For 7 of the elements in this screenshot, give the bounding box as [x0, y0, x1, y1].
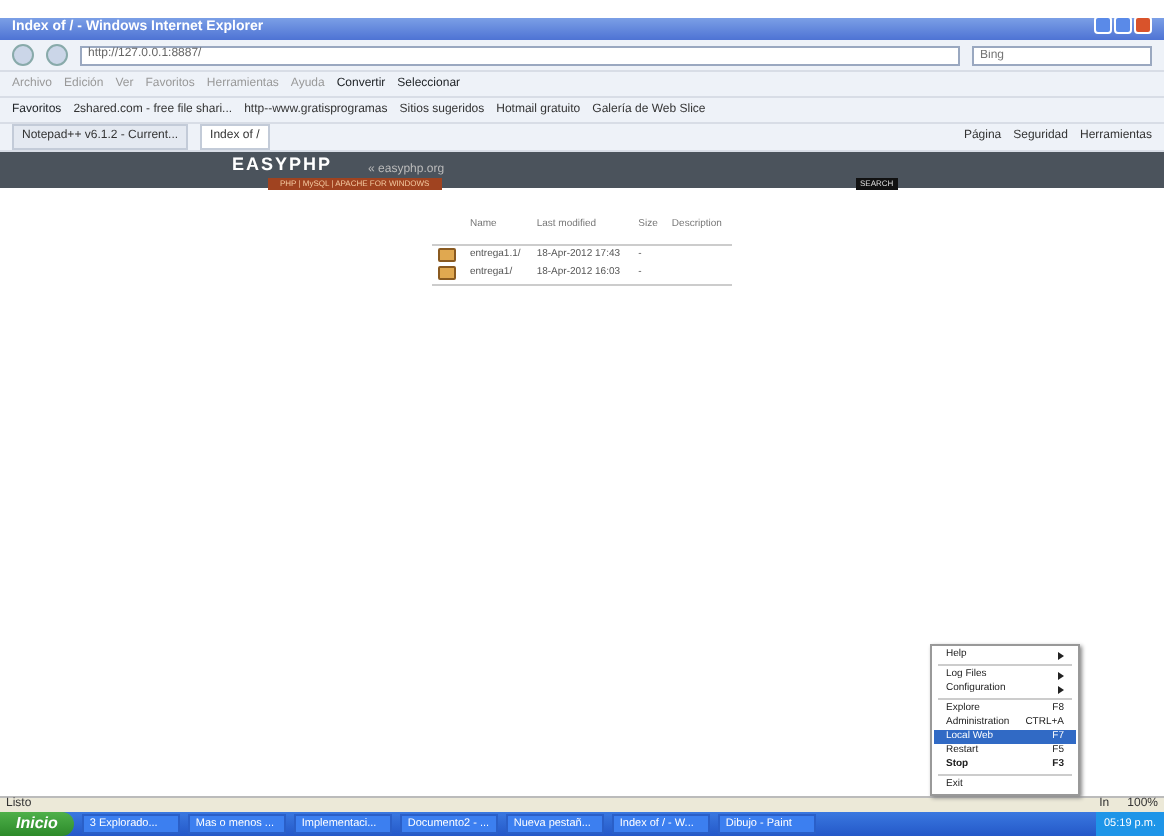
maximize-button[interactable]	[1114, 15, 1132, 34]
back-button[interactable]	[12, 44, 34, 66]
site-logo: EASYPHP	[232, 156, 333, 174]
minimize-button[interactable]	[1094, 15, 1112, 34]
close-button[interactable]	[1134, 15, 1152, 34]
forward-button[interactable]	[46, 44, 68, 66]
submenu-arrow-icon	[1058, 651, 1064, 659]
